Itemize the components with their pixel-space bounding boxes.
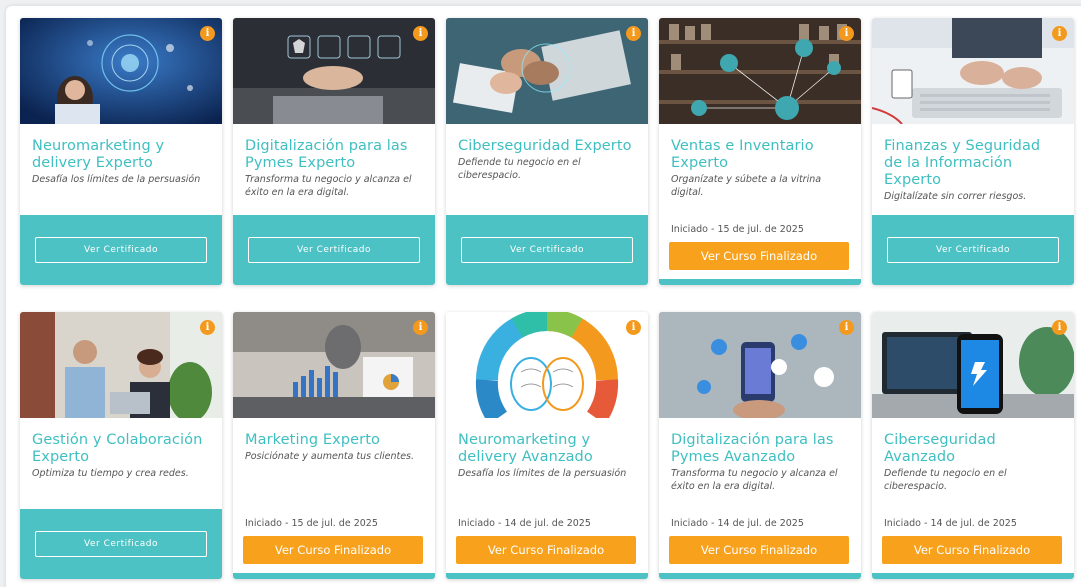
card-footer: Ver Certificado [446, 215, 648, 285]
course-image: i [872, 18, 1074, 124]
view-certificate-button[interactable]: Ver Certificado [461, 237, 633, 263]
info-icon[interactable]: i [413, 320, 428, 335]
course-title: Ventas e Inventario Experto [671, 138, 814, 171]
info-icon[interactable]: i [1052, 320, 1067, 335]
card-body: Neuromarketing y delivery Avanzado Desaf… [446, 418, 648, 579]
info-icon[interactable]: i [839, 320, 854, 335]
card-body: Ciberseguridad Experto Defiende tu negoc… [446, 124, 648, 215]
course-image: i [20, 18, 222, 124]
course-title: Ciberseguridad Experto [458, 138, 632, 154]
course-subtitle: Transforma tu negocio y alcanza el éxito… [671, 468, 838, 492]
view-certificate-button[interactable]: Ver Certificado [35, 237, 207, 263]
course-title: Neuromarketing y delivery Avanzado [458, 432, 593, 465]
info-icon[interactable]: i [200, 320, 215, 335]
start-date: Iniciado - 14 de jul. de 2025 [884, 518, 1017, 529]
card-body: Gestión y Colaboración Experto Optimiza … [20, 418, 222, 509]
card-bottom-strip [233, 573, 435, 579]
start-date: Iniciado - 15 de jul. de 2025 [671, 224, 804, 235]
course-card: i Ciberseguridad Avanzado Defiende tu ne… [872, 312, 1074, 579]
course-card: i Finanzas y Seguridad de la Información… [872, 18, 1074, 285]
card-footer: Ver Certificado [872, 215, 1074, 285]
course-image: i [233, 312, 435, 418]
info-icon[interactable]: i [626, 320, 641, 335]
course-title: Marketing Experto [245, 432, 380, 448]
start-date: Iniciado - 15 de jul. de 2025 [245, 518, 378, 529]
view-certificate-button[interactable]: Ver Certificado [248, 237, 420, 263]
course-image: i [446, 18, 648, 124]
view-finished-course-button[interactable]: Ver Curso Finalizado [243, 536, 423, 564]
course-card: i Digitalización para las Pymes Avanzado… [659, 312, 861, 579]
info-icon[interactable]: i [200, 26, 215, 41]
course-card: i Ventas e Inventario Experto Organízate… [659, 18, 861, 285]
course-card: i Digitalización para las Pymes Experto … [233, 18, 435, 285]
view-certificate-button[interactable]: Ver Certificado [35, 531, 207, 557]
card-body: Neuromarketing y delivery Experto Desafí… [20, 124, 222, 215]
view-finished-course-button[interactable]: Ver Curso Finalizado [456, 536, 636, 564]
course-card: i Neuromarketing y delivery Avanzado Des… [446, 312, 648, 579]
course-card: i Marketing Experto Posiciónate y aument… [233, 312, 435, 579]
card-footer: Ver Certificado [20, 215, 222, 285]
card-bottom-strip [446, 573, 648, 579]
course-title: Ciberseguridad Avanzado [884, 432, 996, 465]
course-image: i [233, 18, 435, 124]
card-body: Ciberseguridad Avanzado Defiende tu nego… [872, 418, 1074, 579]
course-image: i [446, 312, 648, 418]
course-subtitle: Defiende tu negocio en el ciberespacio. [458, 157, 581, 181]
course-image: i [872, 312, 1074, 418]
card-bottom-strip [659, 279, 861, 285]
course-subtitle: Defiende tu negocio en el ciberespacio. [884, 468, 1007, 492]
start-date: Iniciado - 14 de jul. de 2025 [458, 518, 591, 529]
course-subtitle: Digitalízate sin correr riesgos. [884, 191, 1027, 202]
course-title: Digitalización para las Pymes Avanzado [671, 432, 834, 465]
start-date: Iniciado - 14 de jul. de 2025 [671, 518, 804, 529]
course-subtitle: Optimiza tu tiempo y crea redes. [32, 468, 189, 479]
card-body: Ventas e Inventario Experto Organízate y… [659, 124, 861, 285]
card-body: Digitalización para las Pymes Experto Tr… [233, 124, 435, 215]
course-card: i Neuromarketing y delivery Experto Desa… [20, 18, 222, 285]
info-icon[interactable]: i [626, 26, 641, 41]
course-title: Neuromarketing y delivery Experto [32, 138, 165, 171]
info-icon[interactable]: i [413, 26, 428, 41]
course-subtitle: Posiciónate y aumenta tus clientes. [245, 451, 415, 462]
course-subtitle: Organízate y súbete a la vitrina digital… [671, 174, 822, 198]
course-grid: i Neuromarketing y delivery Experto Desa… [20, 18, 1074, 579]
course-card: i Gestión y Colaboración Experto Optimiz… [20, 312, 222, 579]
course-title: Gestión y Colaboración Experto [32, 432, 203, 465]
info-icon[interactable]: i [839, 26, 854, 41]
course-title: Finanzas y Seguridad de la Información E… [884, 138, 1041, 188]
course-image: i [659, 312, 861, 418]
info-icon[interactable]: i [1052, 26, 1067, 41]
view-finished-course-button[interactable]: Ver Curso Finalizado [669, 242, 849, 270]
view-finished-course-button[interactable]: Ver Curso Finalizado [882, 536, 1062, 564]
card-body: Digitalización para las Pymes Avanzado T… [659, 418, 861, 579]
card-footer: Ver Certificado [20, 509, 222, 579]
course-subtitle: Desafía los límites de la persuasión [32, 174, 201, 185]
course-card: i Ciberseguridad Experto Defiende tu neg… [446, 18, 648, 285]
card-body: Marketing Experto Posiciónate y aumenta … [233, 418, 435, 579]
course-image: i [659, 18, 861, 124]
course-image: i [20, 312, 222, 418]
card-bottom-strip [872, 573, 1074, 579]
card-body: Finanzas y Seguridad de la Información E… [872, 124, 1074, 215]
course-subtitle: Transforma tu negocio y alcanza el éxito… [245, 174, 412, 198]
course-title: Digitalización para las Pymes Experto [245, 138, 408, 171]
course-subtitle: Desafía los límites de la persuasión [458, 468, 627, 479]
view-certificate-button[interactable]: Ver Certificado [887, 237, 1059, 263]
view-finished-course-button[interactable]: Ver Curso Finalizado [669, 536, 849, 564]
card-footer: Ver Certificado [233, 215, 435, 285]
card-bottom-strip [659, 573, 861, 579]
